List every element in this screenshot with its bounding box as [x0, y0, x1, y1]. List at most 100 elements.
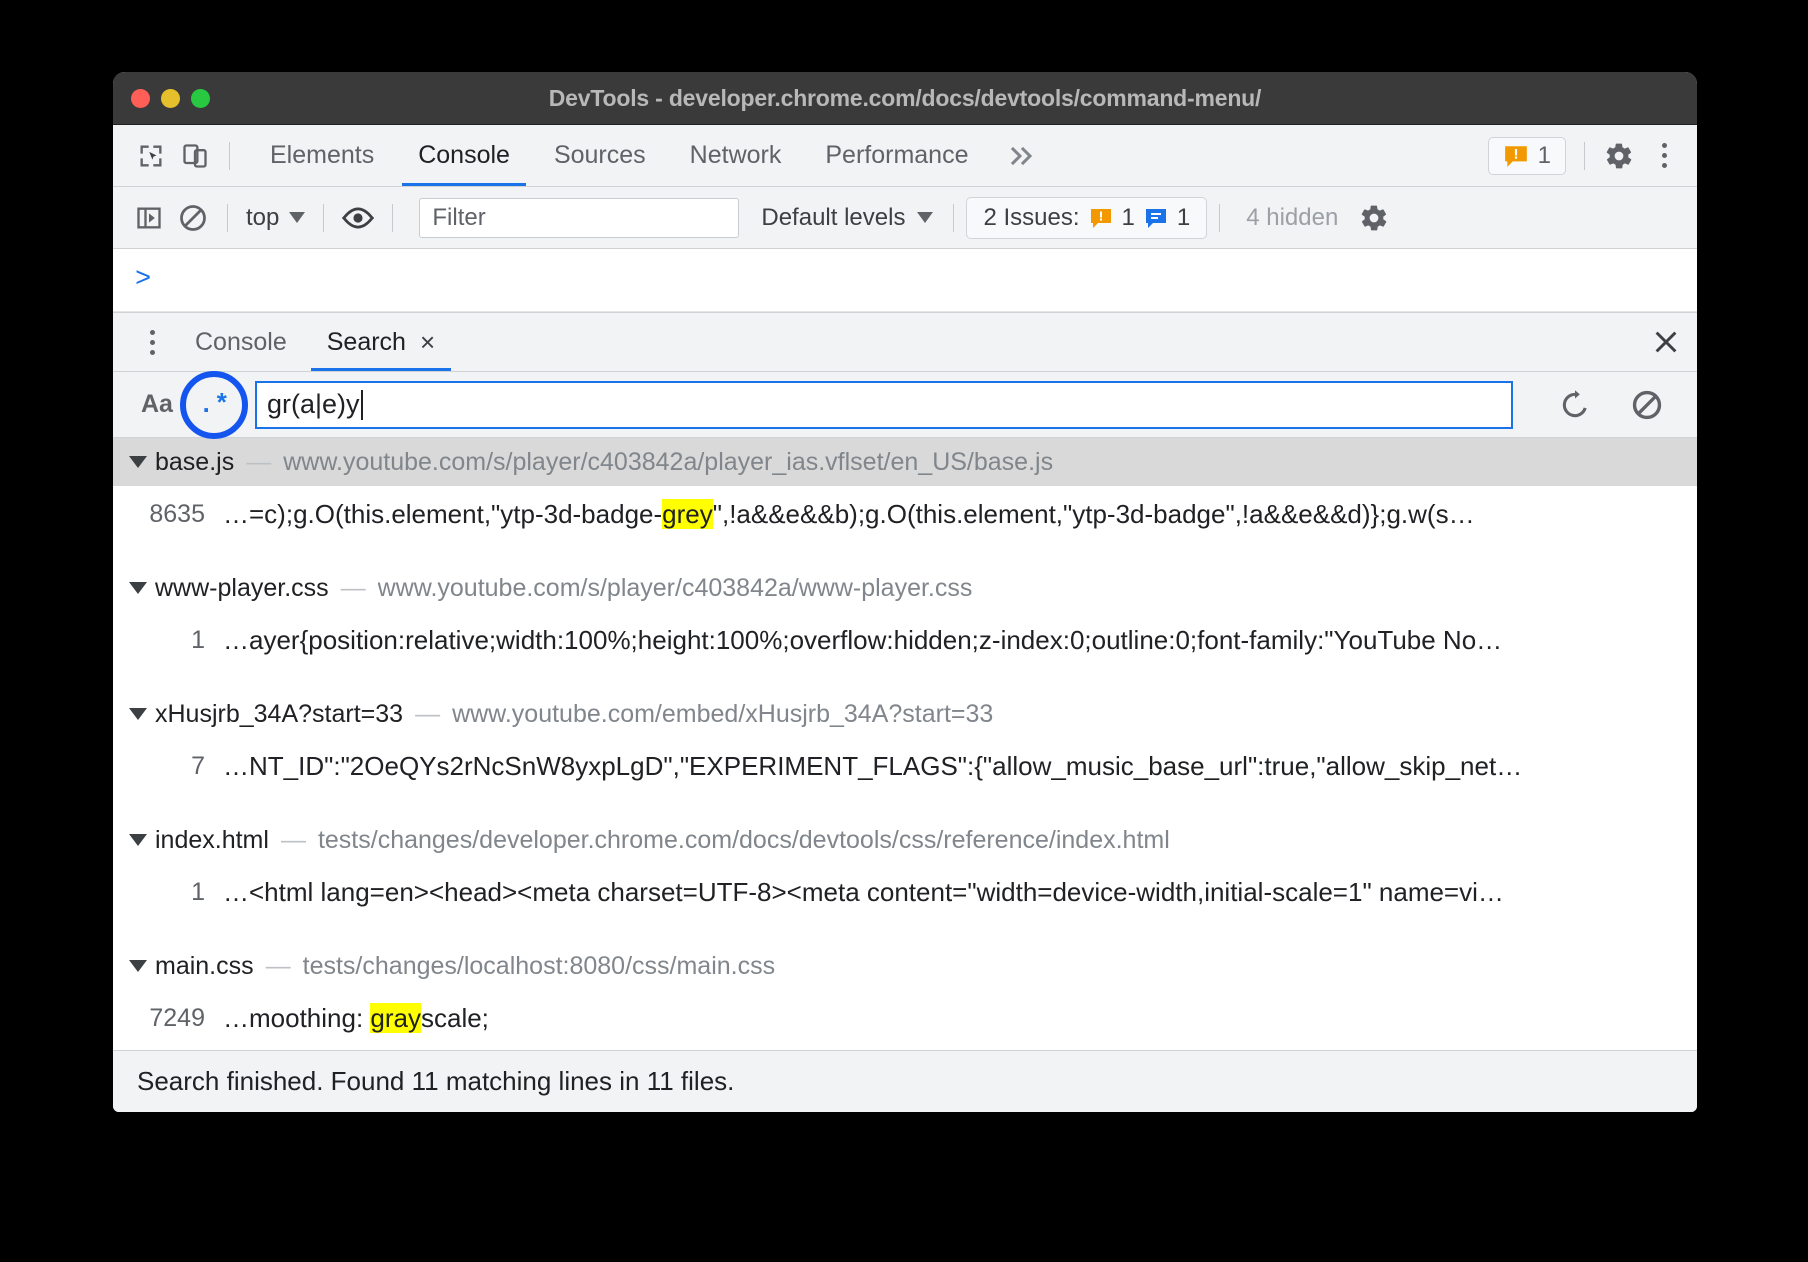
live-expression-icon[interactable]: [336, 196, 380, 240]
console-sidebar-icon[interactable]: [127, 196, 171, 240]
devtools-main-toolbar: Elements Console Sources Network Perform…: [113, 125, 1697, 187]
console-prompt-row[interactable]: >: [113, 249, 1697, 312]
toolbar-divider-2: [1584, 142, 1585, 170]
minimize-window-button[interactable]: [161, 89, 180, 108]
result-dash: —: [341, 574, 366, 603]
kebab-menu-icon[interactable]: [1641, 143, 1687, 168]
result-match-text: …<html lang=en><head><meta charset=UTF-8…: [223, 877, 1687, 908]
traffic-lights: [131, 89, 210, 108]
console-warning-count: 1: [1122, 204, 1135, 232]
drawer-tab-search[interactable]: Search ×: [307, 313, 455, 371]
issue-warning-icon: [1503, 143, 1529, 169]
hidden-messages-count: 4 hidden: [1232, 204, 1352, 232]
device-toolbar-icon[interactable]: [173, 134, 217, 178]
result-dash: —: [246, 448, 271, 477]
close-icon[interactable]: [1635, 313, 1697, 371]
screenshot-root: DevTools - developer.chrome.com/docs/dev…: [0, 0, 1808, 1262]
execution-context-label: top: [246, 204, 279, 232]
tab-console[interactable]: Console: [396, 125, 532, 186]
refresh-icon[interactable]: [1539, 381, 1611, 429]
result-text-part: …NT_ID":"2OeQYs2rNcSnW8yxpLgD","EXPERIME…: [223, 751, 1522, 781]
clear-icon[interactable]: [1611, 381, 1683, 429]
gear-icon[interactable]: [1597, 134, 1641, 178]
expand-triangle-icon[interactable]: [129, 456, 147, 468]
console-divider-1: [227, 204, 228, 232]
issues-counter-button[interactable]: 1: [1488, 137, 1566, 175]
close-window-button[interactable]: [131, 89, 150, 108]
drawer-tab-console[interactable]: Console: [175, 313, 307, 371]
result-line-number: 1: [113, 878, 205, 907]
clear-console-icon[interactable]: [171, 196, 215, 240]
regex-toggle-button[interactable]: .*: [187, 383, 241, 427]
tab-performance[interactable]: Performance: [803, 125, 990, 186]
search-results-list[interactable]: base.js — www.youtube.com/s/player/c4038…: [113, 438, 1697, 1062]
log-levels-selector[interactable]: Default levels: [753, 204, 941, 232]
match-case-label: Aa: [141, 390, 173, 418]
result-dash: —: [415, 700, 440, 729]
console-settings-gear-icon[interactable]: [1352, 196, 1396, 240]
expand-triangle-icon[interactable]: [129, 708, 147, 720]
result-line-number: 1: [113, 626, 205, 655]
devtools-window: DevTools - developer.chrome.com/docs/dev…: [113, 72, 1697, 1112]
text-caret: [361, 390, 363, 420]
issues-count: 1: [1538, 142, 1551, 170]
tab-sources-label: Sources: [554, 141, 646, 170]
tab-sources[interactable]: Sources: [532, 125, 668, 186]
console-info-count: 1: [1177, 204, 1190, 232]
tab-network-label: Network: [690, 141, 782, 170]
result-match-row[interactable]: 1 …ayer{position:relative;width:100%;hei…: [113, 612, 1697, 668]
result-text-part: …<html lang=en><head><meta charset=UTF-8…: [223, 877, 1504, 907]
result-line-number: 8635: [113, 500, 205, 529]
console-divider-4: [953, 204, 954, 232]
result-line-number: 7: [113, 752, 205, 781]
panel-tabs: Elements Console Sources Network Perform…: [248, 125, 1056, 186]
tab-network[interactable]: Network: [668, 125, 804, 186]
console-issues-summary[interactable]: 2 Issues: 1 1: [966, 197, 1207, 239]
match-case-button[interactable]: Aa: [131, 390, 183, 419]
tab-performance-label: Performance: [825, 141, 968, 170]
result-group-gap: [113, 542, 1697, 564]
toolbar-divider: [229, 142, 230, 170]
drawer-tab-search-label: Search: [327, 328, 406, 357]
search-status-bar: Search finished. Found 11 matching lines…: [113, 1050, 1697, 1112]
expand-triangle-icon[interactable]: [129, 960, 147, 972]
inspect-element-icon[interactable]: [129, 134, 173, 178]
expand-triangle-icon[interactable]: [129, 834, 147, 846]
result-group-header[interactable]: www-player.css — www.youtube.com/s/playe…: [113, 564, 1697, 612]
result-match-row[interactable]: 7249 …moothing: grayscale;: [113, 990, 1697, 1046]
result-match-text: …=c);g.O(this.element,"ytp-3d-badge-grey…: [223, 499, 1687, 530]
expand-triangle-icon[interactable]: [129, 582, 147, 594]
result-group-header[interactable]: base.js — www.youtube.com/s/player/c4038…: [113, 438, 1697, 486]
result-group-header[interactable]: index.html — tests/changes/developer.chr…: [113, 816, 1697, 864]
search-toolbar: Aa .* gr(a|e)y: [113, 372, 1697, 438]
tab-elements[interactable]: Elements: [248, 125, 396, 186]
result-file-url: www.youtube.com/s/player/c403842a/player…: [283, 448, 1053, 477]
result-match-row[interactable]: 7 …NT_ID":"2OeQYs2rNcSnW8yxpLgD","EXPERI…: [113, 738, 1697, 794]
chevron-double-right-icon[interactable]: [990, 125, 1056, 186]
result-match-row[interactable]: 8635 …=c);g.O(this.element,"ytp-3d-badge…: [113, 486, 1697, 542]
search-input[interactable]: gr(a|e)y: [255, 381, 1513, 429]
execution-context-selector[interactable]: top: [240, 204, 311, 232]
filter-placeholder: Filter: [432, 204, 485, 232]
console-divider-2: [323, 204, 324, 232]
tab-elements-label: Elements: [270, 141, 374, 170]
console-divider-3: [392, 204, 393, 232]
console-issues-label: 2 Issues:: [983, 204, 1079, 232]
result-match-row[interactable]: 1 …<html lang=en><head><meta charset=UTF…: [113, 864, 1697, 920]
drawer-tab-search-close-icon[interactable]: ×: [420, 329, 435, 355]
console-toolbar: top Filter Default levels 2 Issues:: [113, 187, 1697, 249]
result-file-url: www.youtube.com/s/player/c403842a/www-pl…: [378, 574, 973, 603]
result-match-text: …moothing: grayscale;: [223, 1003, 1687, 1034]
console-divider-5: [1219, 204, 1220, 232]
drawer-kebab-menu-icon[interactable]: [129, 313, 175, 371]
result-group-header[interactable]: xHusjrb_34A?start=33 — www.youtube.com/e…: [113, 690, 1697, 738]
window-titlebar: DevTools - developer.chrome.com/docs/dev…: [113, 72, 1697, 125]
result-group-gap: [113, 668, 1697, 690]
maximize-window-button[interactable]: [191, 89, 210, 108]
result-text-part: …moothing:: [223, 1003, 370, 1033]
result-group-gap: [113, 920, 1697, 942]
drawer-tabbar: Console Search ×: [113, 312, 1697, 372]
chevron-down-icon: [289, 212, 305, 223]
filter-input[interactable]: Filter: [419, 198, 739, 238]
result-group-header[interactable]: main.css — tests/changes/localhost:8080/…: [113, 942, 1697, 990]
